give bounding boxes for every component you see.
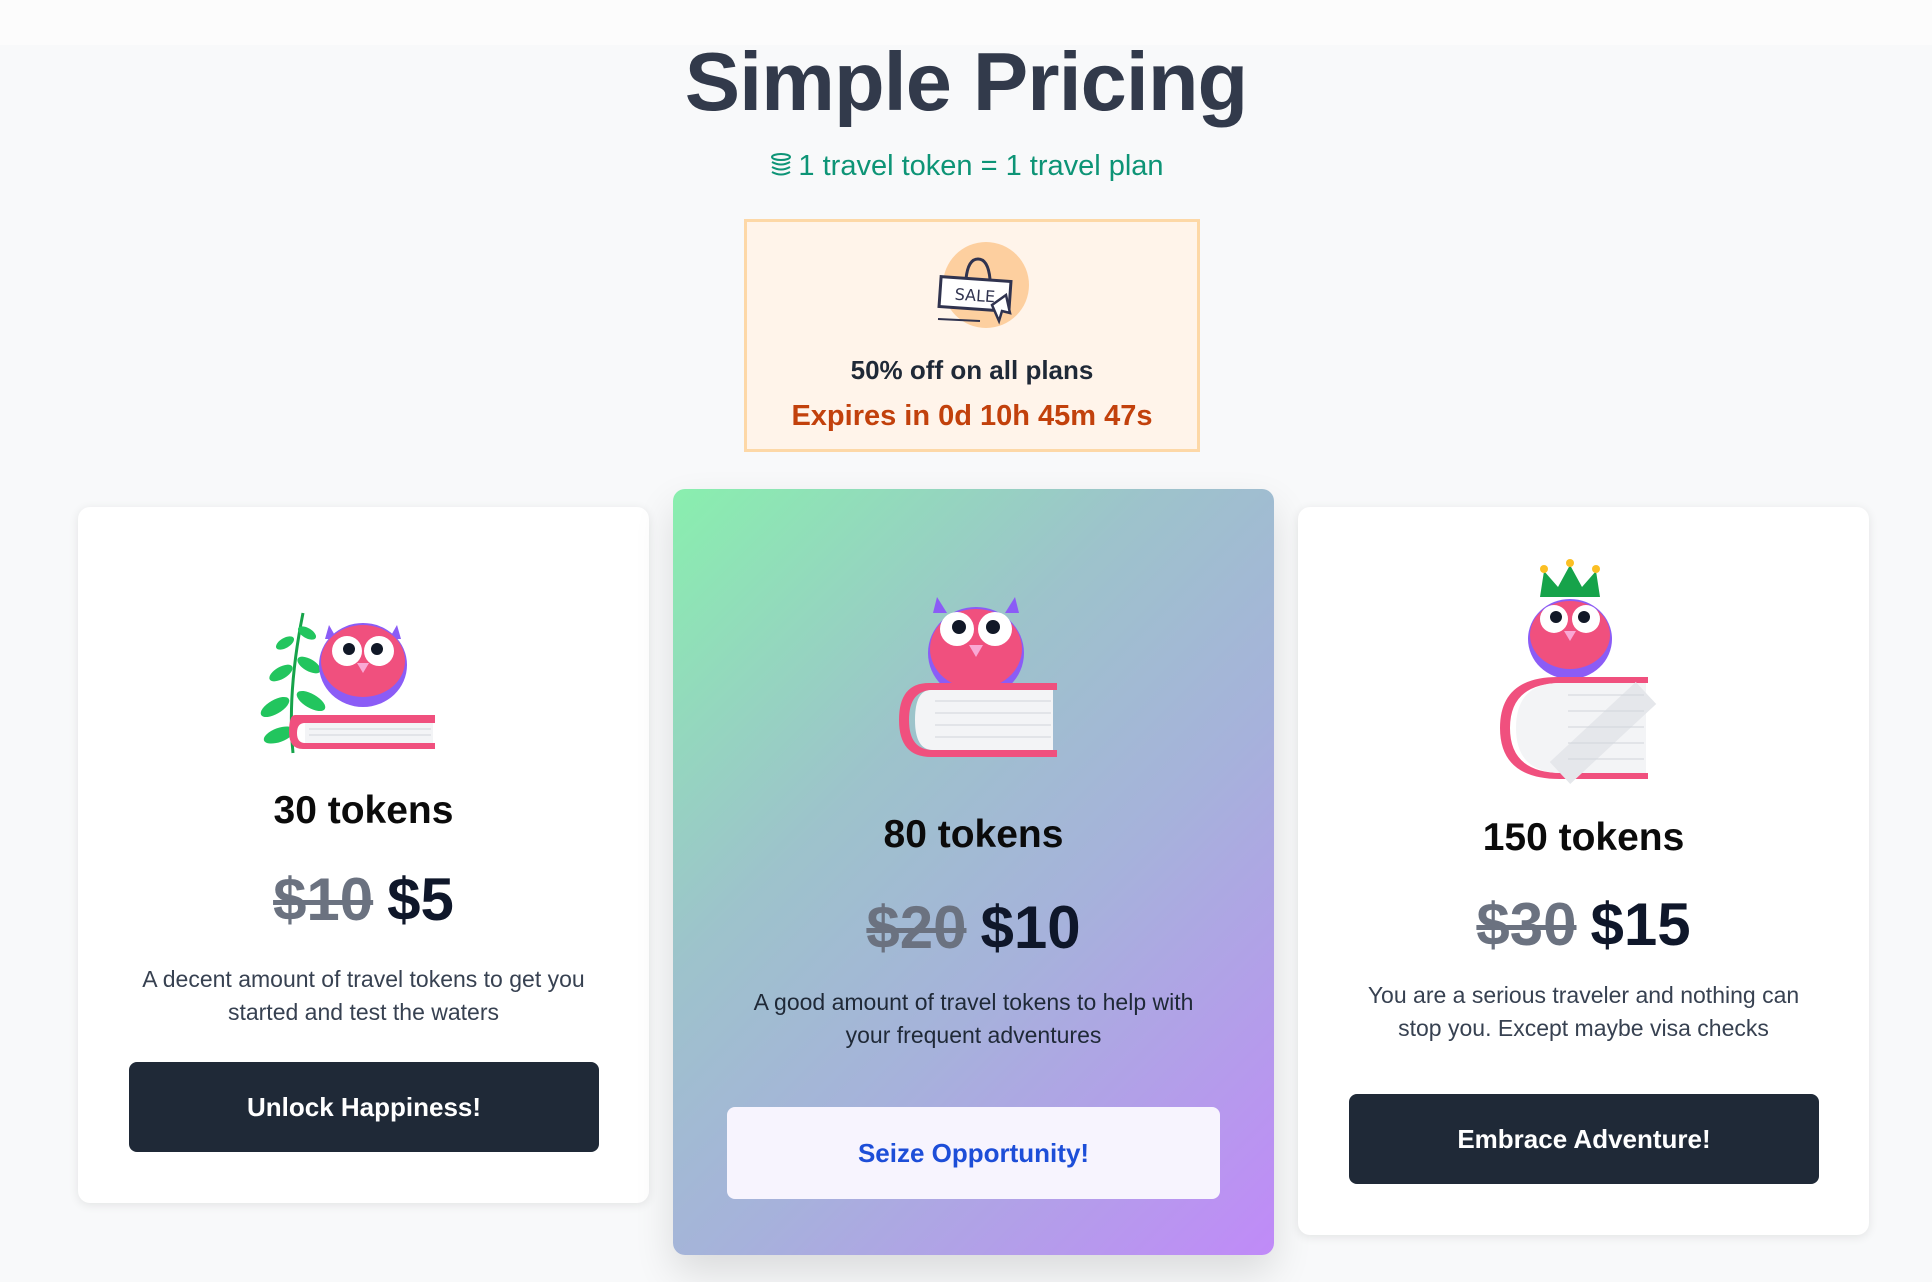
plan-price: $20 $10	[673, 893, 1274, 962]
plan-old-price: $30	[1476, 891, 1577, 958]
embrace-adventure-button[interactable]: Embrace Adventure!	[1349, 1094, 1819, 1184]
plan-tokens: 150 tokens	[1482, 816, 1685, 859]
subtitle-text: 1 travel token = 1 travel plan	[798, 150, 1164, 182]
owl-plant-book-illustration	[255, 603, 455, 763]
sale-tag-icon: SALE	[930, 239, 1030, 339]
plan-description: A decent amount of travel tokens to get …	[142, 966, 585, 1025]
crowned-owl-book-illustration	[1498, 555, 1658, 787]
plan-tokens: 30 tokens	[273, 789, 454, 832]
plan-card-150: 150 tokens $30 $15 You are a serious trav…	[1298, 507, 1869, 1235]
plan-price: $10 $5	[78, 865, 649, 934]
plan-tokens: 80 tokens	[883, 813, 1064, 856]
coins-icon	[768, 151, 794, 187]
plan-card-80: 80 tokens $20 $10 A good amount of travel…	[673, 489, 1274, 1255]
plan-card-30: 30 tokens $10 $5 A decent amount of trave…	[78, 507, 649, 1203]
plan-new-price: $5	[387, 866, 454, 933]
page-subtitle: 1 travel token = 1 travel plan	[0, 150, 1932, 187]
unlock-happiness-button[interactable]: Unlock Happiness!	[129, 1062, 599, 1152]
plan-price: $30 $15	[1298, 890, 1869, 959]
sale-title: 50% off on all plans	[850, 355, 1094, 385]
plan-old-price: $20	[866, 894, 967, 961]
plan-description: A good amount of travel tokens to help w…	[753, 989, 1194, 1048]
svg-text:SALE: SALE	[954, 285, 996, 307]
plan-new-price: $10	[980, 894, 1081, 961]
owl-book-illustration	[891, 593, 1061, 763]
page-title: Simple Pricing	[684, 35, 1249, 128]
sale-countdown: Expires in 0d 10h 45m 47s	[791, 400, 1153, 432]
plan-description: You are a serious traveler and nothing c…	[1367, 982, 1800, 1041]
seize-opportunity-button[interactable]: Seize Opportunity!	[727, 1107, 1220, 1199]
plan-old-price: $10	[273, 866, 374, 933]
sale-banner: SALE 50% off on all plans Expires in 0d …	[744, 219, 1200, 452]
plan-new-price: $15	[1590, 891, 1691, 958]
